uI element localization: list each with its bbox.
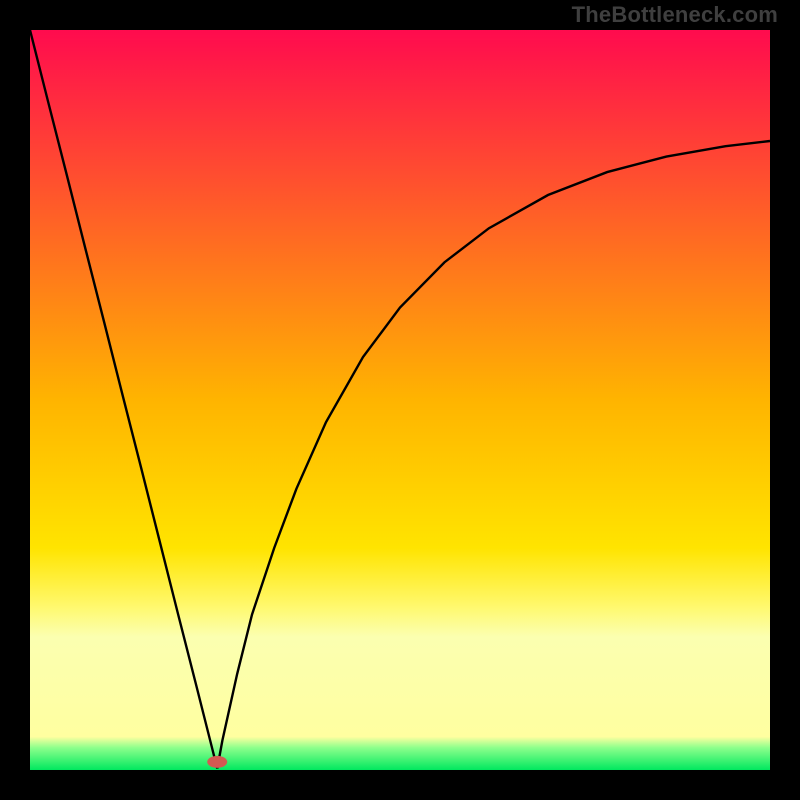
minimum-marker bbox=[207, 756, 227, 768]
gradient-background bbox=[30, 30, 770, 770]
chart-svg bbox=[30, 30, 770, 770]
chart-frame: TheBottleneck.com bbox=[0, 0, 800, 800]
plot-area bbox=[30, 30, 770, 770]
watermark-text: TheBottleneck.com bbox=[572, 2, 778, 28]
